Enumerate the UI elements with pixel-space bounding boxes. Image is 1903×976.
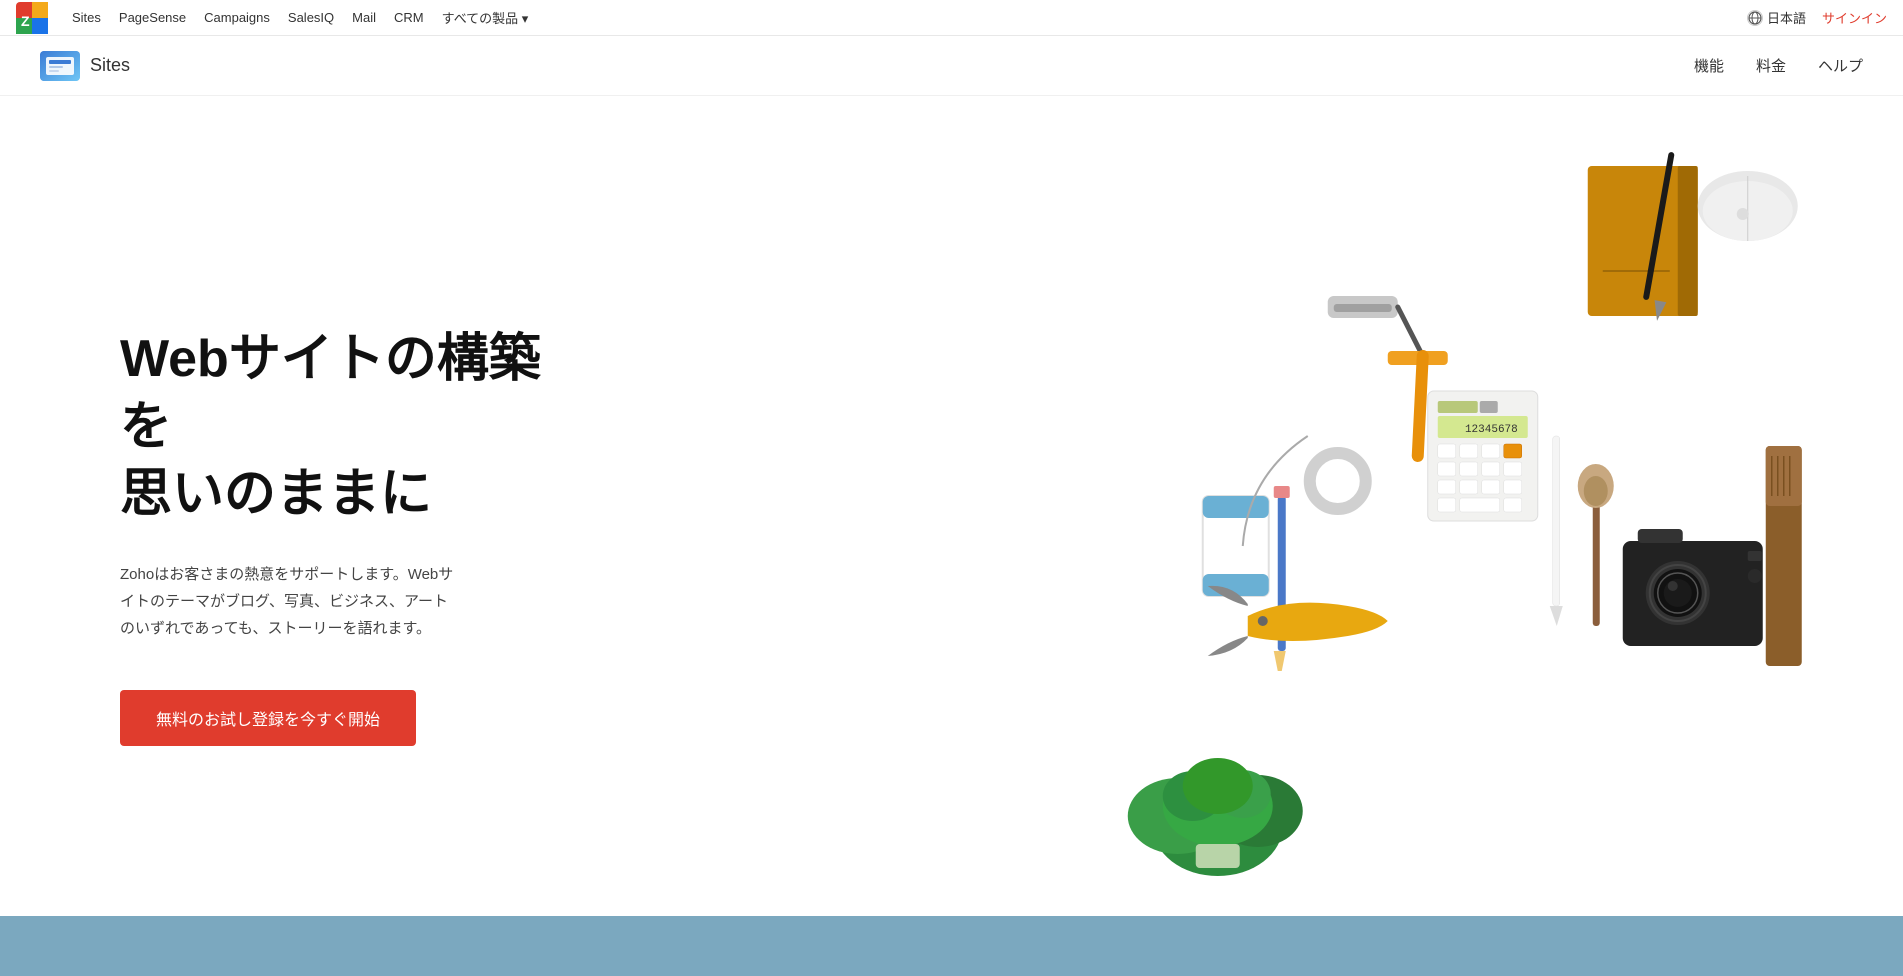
hero-description: Zohoはお客さまの熱意をサポートします。Webサイトのテーマがブログ、写真、ビ… — [120, 561, 460, 642]
signin-button[interactable]: サインイン — [1822, 8, 1887, 27]
top-navigation: Z Sites PageSense Campaigns SalesIQ Mail… — [0, 0, 1903, 36]
hero-section: Webサイトの構築 を 思いのままに Zohoはお客さまの熱意をサポートします。… — [0, 96, 1903, 916]
nav-campaigns[interactable]: Campaigns — [204, 10, 270, 25]
nav-all-products[interactable]: すべての製品 ▾ — [442, 8, 529, 27]
svg-text:12345678: 12345678 — [1464, 424, 1517, 436]
sites-logo-icon — [40, 51, 80, 81]
globe-icon — [1747, 10, 1763, 26]
cta-button[interactable]: 無料のお試し登録を今すぐ開始 — [120, 690, 416, 746]
nav-features[interactable]: 機能 — [1694, 55, 1724, 76]
top-nav-links: Sites PageSense Campaigns SalesIQ Mail C… — [72, 8, 1727, 27]
zoho-logo[interactable]: Z — [16, 2, 48, 34]
language-selector[interactable]: 日本語 — [1747, 8, 1806, 27]
secondary-navigation: Sites 機能 料金 ヘルプ — [0, 36, 1903, 96]
nav-crm[interactable]: CRM — [394, 10, 424, 25]
zoho-logo-icon: Z — [16, 2, 48, 34]
hero-right: 12345678 — [952, 96, 1903, 916]
sites-label: Sites — [90, 55, 130, 76]
nav-salesiq[interactable]: SalesIQ — [288, 10, 334, 25]
nav-pagesense[interactable]: PageSense — [119, 10, 186, 25]
nav-mail[interactable]: Mail — [352, 10, 376, 25]
hero-illustration: 12345678 — [952, 96, 1903, 916]
hero-left: Webサイトの構築 を 思いのままに Zohoはお客さまの熱意をサポートします。… — [0, 96, 952, 916]
nav-pricing[interactable]: 料金 — [1756, 55, 1786, 76]
nav-sites[interactable]: Sites — [72, 10, 101, 25]
sites-logo[interactable]: Sites — [40, 51, 1694, 81]
sites-logo-svg — [40, 51, 80, 81]
svg-text:Z: Z — [21, 13, 30, 29]
nav-help[interactable]: ヘルプ — [1818, 55, 1863, 76]
top-nav-right: 日本語 サインイン — [1747, 8, 1887, 27]
hero-title: Webサイトの構築 を 思いのままに — [120, 326, 892, 529]
language-label: 日本語 — [1767, 8, 1806, 27]
secondary-nav-links: 機能 料金 ヘルプ — [1694, 55, 1863, 76]
bottom-strip — [0, 916, 1903, 976]
